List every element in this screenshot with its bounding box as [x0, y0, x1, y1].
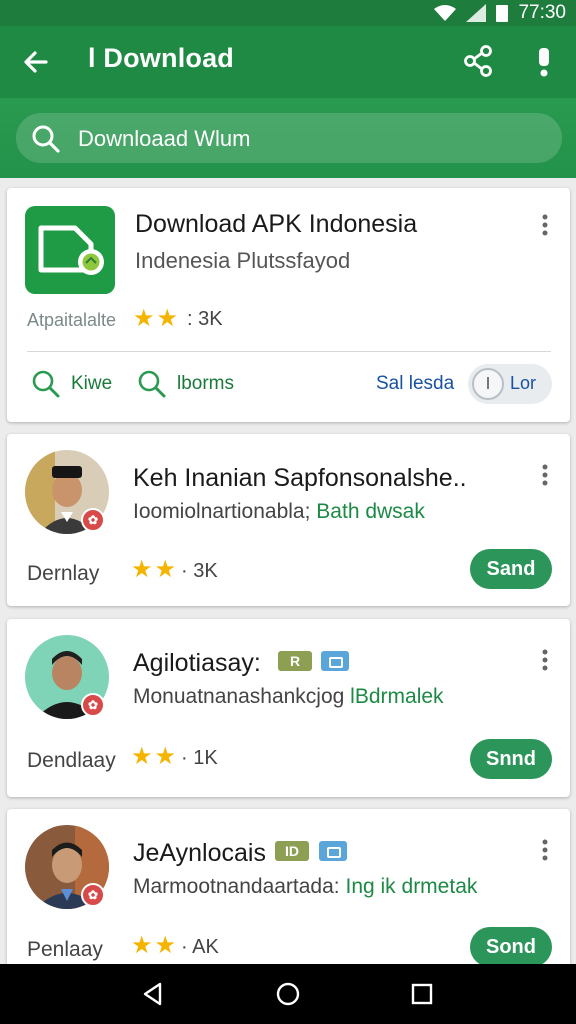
alert-icon[interactable]	[532, 44, 556, 80]
list-item[interactable]: ✿ Agilotiasay: R Monuatnanashankcjog lBd…	[7, 619, 570, 797]
search-icon	[32, 370, 60, 398]
item-title: JeAynlocais	[133, 839, 266, 867]
divider	[27, 351, 551, 352]
item-title: Keh Inanian Sapfonsonalshe..	[133, 464, 467, 492]
star-icon: ★	[131, 556, 153, 583]
page-title: l Download	[88, 43, 234, 73]
app-icon	[25, 206, 115, 294]
message-badge-icon	[319, 841, 347, 861]
item-subtitle-text: Marmootnandaartada:	[133, 875, 340, 898]
message-badge-icon	[321, 651, 349, 671]
nav-back-icon[interactable]	[140, 981, 166, 1007]
kiwe-button[interactable]: Kiwe	[31, 364, 112, 404]
app-subtitle: Indenesia Plutssfayod	[135, 248, 351, 273]
app-category-label: Atpaitalalte	[27, 310, 117, 330]
search-icon	[32, 125, 60, 153]
search-input[interactable]: Downloaad Wlum	[16, 113, 562, 163]
item-subtitle: Monuatnanashankcjog lBdrmalek	[133, 685, 444, 709]
item-subtitle-accent: Bath dwsak	[316, 500, 425, 523]
more-options-icon[interactable]	[542, 839, 548, 861]
star-icon: ★	[131, 932, 153, 959]
rating-stars: ★ ★	[131, 745, 176, 769]
star-icon: ★	[154, 556, 177, 583]
star-icon: ★	[133, 305, 155, 332]
send-button[interactable]: Snnd	[470, 739, 552, 779]
list-item[interactable]: ✿ Keh Inanian Sapfonsonalshe.. Ioomiolna…	[7, 434, 570, 606]
item-title: Agilotiasay:	[133, 649, 261, 677]
sales-link[interactable]: Sal lesda	[376, 364, 454, 404]
wifi-icon	[434, 5, 457, 21]
list-item[interactable]: ✿ JeAynlocais ID Marmootnandaartada: Ing…	[7, 809, 570, 979]
app-title: Download APK Indonesia	[135, 210, 418, 238]
download-count: · 1K	[181, 747, 218, 769]
nav-home-icon[interactable]	[275, 981, 301, 1007]
nav-recents-icon[interactable]	[410, 982, 434, 1006]
item-subtitle-accent: lBdrmalek	[350, 685, 444, 708]
item-label: Dernlay	[27, 562, 100, 585]
app-bar: l Download	[0, 26, 576, 98]
star-icon: ★	[156, 305, 179, 332]
iborms-button[interactable]: lborms	[137, 364, 234, 404]
category-badge: ID	[275, 841, 309, 861]
item-subtitle-text: Monuatnanashankcjog	[133, 685, 345, 708]
more-options-icon[interactable]	[542, 464, 548, 486]
rating-stars: ★ ★	[131, 934, 176, 958]
signal-icon	[466, 4, 487, 22]
item-subtitle-accent: Ing ik drmetak	[345, 875, 478, 898]
item-label: Dendlaay	[27, 749, 116, 772]
star-icon: ★	[154, 743, 177, 770]
toggle-label: Lor	[510, 373, 537, 393]
download-count-value: 1K	[193, 747, 218, 769]
item-subtitle: Ioomiolnartionabla; Bath dwsak	[133, 500, 425, 524]
send-button[interactable]: Sond	[470, 927, 552, 967]
download-count: : 3K	[187, 308, 223, 330]
download-count: · AK	[181, 936, 219, 958]
featured-app-card[interactable]: Download APK Indonesia Indenesia Plutssf…	[7, 188, 570, 422]
share-icon[interactable]	[462, 44, 494, 78]
battery-icon	[496, 4, 509, 22]
status-bar: 77:30	[0, 0, 576, 26]
category-badge: R	[278, 651, 312, 671]
verified-badge-icon: ✿	[81, 693, 105, 717]
item-subtitle: Marmootnandaartada: Ing ik drmetak	[133, 875, 477, 899]
toggle-knob-icon	[472, 368, 504, 400]
search-area: Downloaad Wlum	[0, 98, 576, 178]
back-arrow-icon[interactable]	[20, 46, 52, 78]
search-icon	[138, 370, 166, 398]
kiwe-label: Kiwe	[71, 373, 113, 394]
status-icons: 77:30	[434, 2, 566, 24]
verified-badge-icon: ✿	[81, 883, 105, 907]
navigation-bar	[0, 964, 576, 1024]
iborms-label: lborms	[177, 373, 235, 394]
download-count-value: AK	[192, 936, 219, 958]
download-count: · 3K	[181, 560, 218, 582]
item-subtitle-text: Ioomiolnartionabla;	[133, 500, 311, 523]
star-icon: ★	[154, 932, 177, 959]
verified-badge-icon: ✿	[81, 508, 105, 532]
sales-label: Sal lesda	[376, 373, 455, 394]
send-button[interactable]: Sand	[470, 549, 552, 589]
rating-stars: ★ ★	[133, 307, 178, 331]
more-options-icon[interactable]	[542, 214, 548, 236]
more-options-icon[interactable]	[542, 649, 548, 671]
toggle-pill[interactable]: Lor	[468, 364, 552, 404]
download-count-value: 3K	[198, 308, 223, 330]
download-count-value: 3K	[193, 560, 218, 582]
search-input-text: Downloaad Wlum	[78, 126, 251, 151]
item-label: Penlaay	[27, 938, 103, 961]
status-time: 77:30	[518, 2, 566, 23]
rating-stars: ★ ★	[131, 558, 176, 582]
star-icon: ★	[131, 743, 153, 770]
